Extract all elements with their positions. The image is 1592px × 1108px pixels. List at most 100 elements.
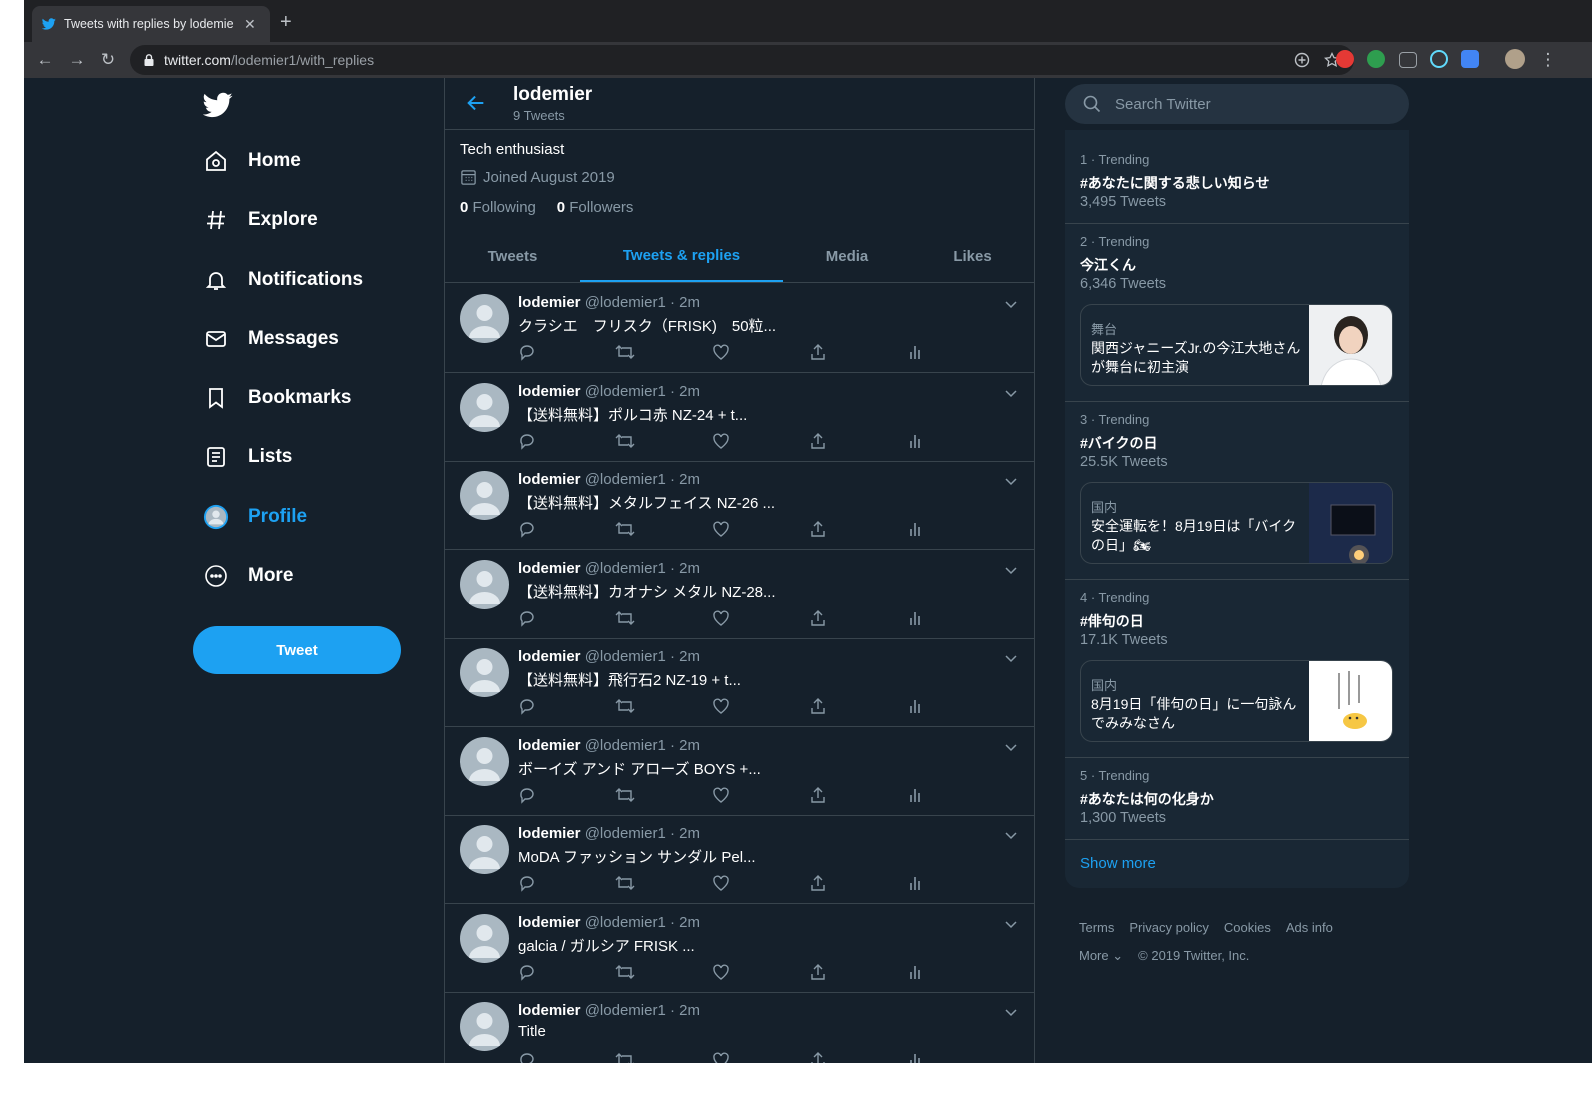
footer-link-cookies[interactable]: Cookies xyxy=(1224,920,1271,935)
user-avatar-icon[interactable] xyxy=(1505,49,1525,69)
chevron-down-icon[interactable] xyxy=(1003,650,1019,666)
tweet-author-name[interactable]: lodemier xyxy=(518,560,581,577)
tweet-row[interactable]: lodemier @lodemier1 · 2m 【送料無料】カオナシ メタル N… xyxy=(445,550,1034,639)
nav-item-lists[interactable]: Lists xyxy=(203,434,292,480)
tab-close-icon[interactable]: ✕ xyxy=(244,16,256,33)
tab-tweets-and-replies[interactable]: Tweets & replies xyxy=(580,230,783,282)
tweet-author-name[interactable]: lodemier xyxy=(518,914,581,931)
extension-icon[interactable] xyxy=(1336,50,1354,68)
tab-tweets[interactable]: Tweets xyxy=(445,230,580,282)
footer-more-button[interactable]: More ⌄ xyxy=(1079,948,1123,964)
chevron-down-icon[interactable] xyxy=(1003,1004,1019,1020)
retweet-icon[interactable] xyxy=(615,786,635,806)
tweet-author-name[interactable]: lodemier xyxy=(518,825,581,842)
like-icon[interactable] xyxy=(712,432,732,452)
share-icon[interactable] xyxy=(809,963,829,983)
nav-item-profile[interactable]: Profile xyxy=(203,494,307,540)
tweet-author-name[interactable]: lodemier xyxy=(518,737,581,754)
retweet-icon[interactable] xyxy=(615,432,635,452)
nav-item-notifications[interactable]: Notifications xyxy=(203,257,363,303)
tweet-row[interactable]: lodemier @lodemier1 · 2m Title xyxy=(445,992,1034,1063)
like-icon[interactable] xyxy=(712,1051,732,1063)
translate-icon[interactable] xyxy=(1461,50,1479,68)
chevron-down-icon[interactable] xyxy=(1003,916,1019,932)
nav-item-more[interactable]: More xyxy=(203,553,293,599)
trend-item[interactable]: 5 · Trending #あなたは何の化身か 1,300 Tweets xyxy=(1065,758,1409,840)
analytics-icon[interactable] xyxy=(906,1051,926,1063)
tweet-author-name[interactable]: lodemier xyxy=(518,648,581,665)
analytics-icon[interactable] xyxy=(906,432,926,452)
nav-item-messages[interactable]: Messages xyxy=(203,316,339,362)
retweet-icon[interactable] xyxy=(615,1051,635,1063)
share-icon[interactable] xyxy=(809,609,829,629)
tweet-row[interactable]: lodemier @lodemier1 · 2m 【送料無料】ポルコ赤 NZ-24… xyxy=(445,373,1034,462)
extension-icon[interactable] xyxy=(1399,52,1417,68)
retweet-icon[interactable] xyxy=(615,609,635,629)
reply-icon[interactable] xyxy=(518,432,538,452)
forward-arrow-icon[interactable]: → xyxy=(65,48,89,72)
tweet-row[interactable]: lodemier @lodemier1 · 2m クラシエ フリスク（FRISK)… xyxy=(445,284,1034,373)
retweet-icon[interactable] xyxy=(615,520,635,540)
react-devtools-icon[interactable] xyxy=(1430,50,1448,68)
tweet-row[interactable]: lodemier @lodemier1 · 2m ボーイズ アンド アローズ BO… xyxy=(445,727,1034,816)
tweet-author-name[interactable]: lodemier xyxy=(518,294,581,311)
avatar[interactable] xyxy=(460,382,509,432)
avatar[interactable] xyxy=(460,559,509,609)
kebab-menu-icon[interactable]: ⋮ xyxy=(1536,48,1560,72)
like-icon[interactable] xyxy=(712,786,732,806)
chevron-down-icon[interactable] xyxy=(1003,296,1019,312)
address-bar[interactable]: twitter.com/lodemier1/with_replies xyxy=(130,45,1354,75)
avatar[interactable] xyxy=(460,913,509,963)
trend-news-card[interactable]: 国内 安全運転を！8月19日は「バイクの日」🏍 xyxy=(1080,482,1393,564)
tab-likes[interactable]: Likes xyxy=(911,230,1034,282)
avatar[interactable] xyxy=(460,471,509,520)
analytics-icon[interactable] xyxy=(906,697,926,717)
like-icon[interactable] xyxy=(712,343,732,363)
retweet-icon[interactable] xyxy=(615,874,635,894)
avatar[interactable] xyxy=(460,648,509,697)
back-arrow-icon[interactable] xyxy=(465,92,487,114)
nav-item-explore[interactable]: Explore xyxy=(203,197,318,243)
analytics-icon[interactable] xyxy=(906,343,926,363)
twitter-logo-icon[interactable] xyxy=(203,90,233,120)
nav-item-bookmarks[interactable]: Bookmarks xyxy=(203,375,352,421)
analytics-icon[interactable] xyxy=(906,520,926,540)
trend-item[interactable]: 1 · Trending #あなたに関する悲しい知らせ 3,495 Tweets xyxy=(1065,142,1409,224)
avatar[interactable] xyxy=(460,736,509,786)
avatar[interactable] xyxy=(460,825,509,874)
following-link[interactable]: 0 Following xyxy=(460,199,536,216)
followers-link[interactable]: 0 Followers xyxy=(557,199,634,216)
analytics-icon[interactable] xyxy=(906,874,926,894)
like-icon[interactable] xyxy=(712,520,732,540)
trend-item[interactable]: 4 · Trending #俳句の日 17.1K Tweets 国内 8月19日… xyxy=(1065,580,1409,758)
extension-icon[interactable] xyxy=(1367,50,1385,68)
avatar[interactable] xyxy=(460,294,509,343)
analytics-icon[interactable] xyxy=(906,609,926,629)
reply-icon[interactable] xyxy=(518,874,538,894)
trend-item[interactable]: 2 · Trending 今江くん 6,346 Tweets 舞台 関西ジャニー… xyxy=(1065,224,1409,402)
tweet-author-name[interactable]: lodemier xyxy=(518,471,581,488)
tweet-row[interactable]: lodemier @lodemier1 · 2m 【送料無料】メタルフェイス NZ… xyxy=(445,461,1034,550)
share-icon[interactable] xyxy=(809,874,829,894)
like-icon[interactable] xyxy=(712,609,732,629)
like-icon[interactable] xyxy=(712,874,732,894)
share-icon[interactable] xyxy=(809,343,829,363)
retweet-icon[interactable] xyxy=(615,963,635,983)
retweet-icon[interactable] xyxy=(615,343,635,363)
avatar[interactable] xyxy=(460,1002,509,1051)
analytics-icon[interactable] xyxy=(906,963,926,983)
share-icon[interactable] xyxy=(809,697,829,717)
footer-link-privacy[interactable]: Privacy policy xyxy=(1129,920,1208,935)
tweet-row[interactable]: lodemier @lodemier1 · 2m galcia / ガルシア FR… xyxy=(445,904,1034,993)
reply-icon[interactable] xyxy=(518,609,538,629)
chevron-down-icon[interactable] xyxy=(1003,562,1019,578)
footer-link-ads-info[interactable]: Ads info xyxy=(1286,920,1333,935)
chevron-down-icon[interactable] xyxy=(1003,827,1019,843)
trend-news-card[interactable]: 国内 8月19日「俳句の日」に一句詠んでみみなさん xyxy=(1080,660,1393,742)
tweet-author-name[interactable]: lodemier xyxy=(518,1002,581,1019)
add-circle-icon[interactable] xyxy=(1294,52,1310,68)
reply-icon[interactable] xyxy=(518,520,538,540)
share-icon[interactable] xyxy=(809,432,829,452)
tweet-author-name[interactable]: lodemier xyxy=(518,383,581,400)
back-arrow-icon[interactable]: ← xyxy=(33,48,57,72)
